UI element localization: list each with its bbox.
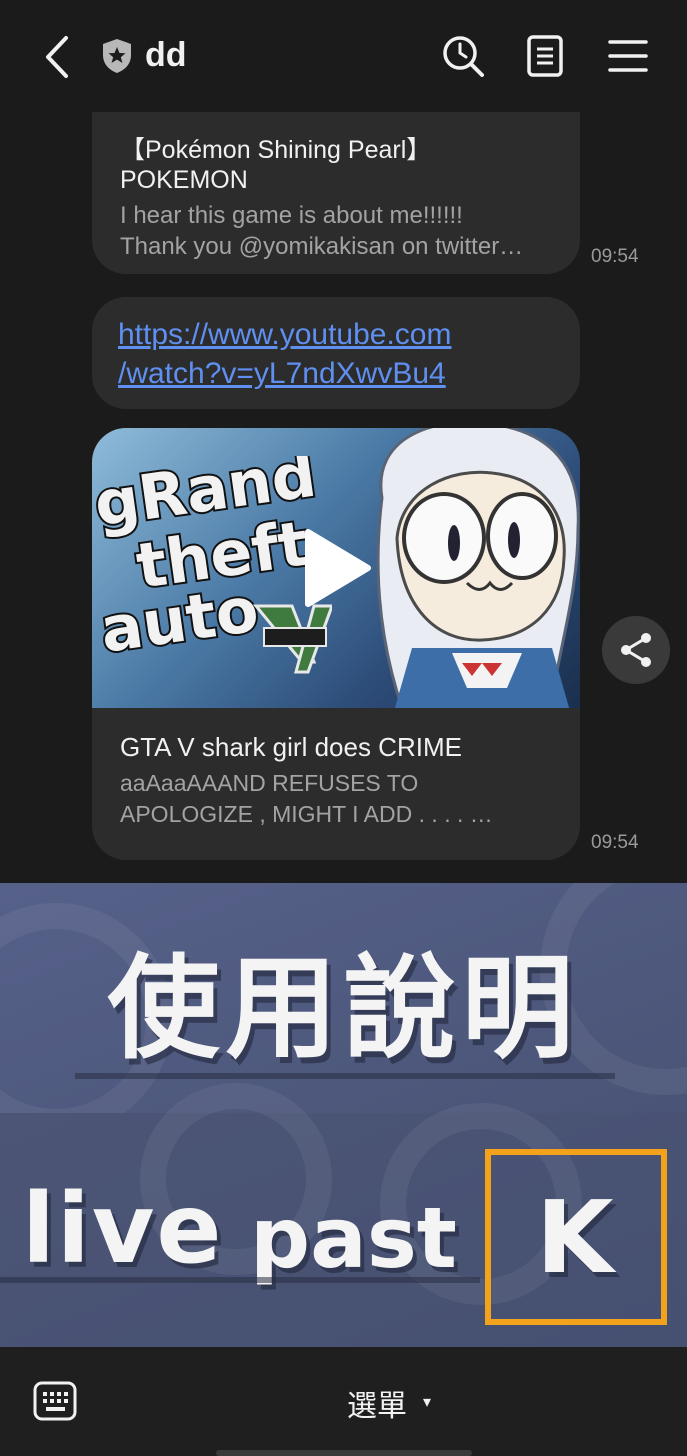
video-desc-line2: APOLOGIZE , MIGHT I ADD . . . . … bbox=[120, 801, 493, 827]
preview-desc-line1: I hear this game is about me!!!!!! bbox=[120, 202, 463, 229]
video-card[interactable]: gRand theft auto GTA V shark girl does C… bbox=[92, 428, 580, 860]
rich-menu-heading: 使用說明 bbox=[107, 944, 580, 1074]
share-icon bbox=[621, 633, 651, 667]
back-arrow-icon[interactable] bbox=[38, 34, 78, 80]
shield-star-icon bbox=[103, 39, 131, 73]
live-button[interactable]: live bbox=[22, 1173, 224, 1285]
rich-menu: 使用說明 live past K bbox=[0, 883, 687, 1347]
play-icon[interactable] bbox=[300, 528, 372, 608]
dash-divider bbox=[75, 1073, 615, 1079]
home-indicator bbox=[216, 1450, 472, 1456]
preview-title-line1: 【Pokémon Shining Pearl】 bbox=[120, 136, 432, 164]
share-button[interactable] bbox=[602, 616, 670, 684]
video-desc-line1: aaAaaAAAND REFUSES TO bbox=[120, 770, 419, 796]
menu-icon[interactable] bbox=[606, 34, 650, 78]
link-message-bubble[interactable]: https://www.youtube.com /watch?v=yL7ndXw… bbox=[92, 297, 580, 409]
message-time: 09:54 bbox=[591, 246, 639, 267]
k-button[interactable]: K bbox=[536, 1179, 614, 1296]
menu-toggle-label[interactable]: 選單 bbox=[347, 1381, 407, 1425]
keyboard-icon[interactable] bbox=[33, 1381, 77, 1421]
shark-girl-illustration bbox=[376, 428, 580, 708]
chat-title: dd bbox=[145, 36, 187, 74]
past-button[interactable]: past bbox=[250, 1189, 457, 1287]
rich-menu-instructions-area[interactable]: 使用說明 bbox=[0, 883, 687, 1135]
notes-icon[interactable] bbox=[523, 34, 567, 78]
caret-down-icon[interactable]: ▾ bbox=[423, 1392, 431, 1412]
youtube-link-line1[interactable]: https://www.youtube.com bbox=[118, 318, 452, 351]
video-title: GTA V shark girl does CRIME bbox=[120, 732, 462, 762]
chat-header: dd bbox=[0, 0, 687, 112]
link-preview-bubble[interactable]: 【Pokémon Shining Pearl】 POKEMON I hear t… bbox=[92, 112, 580, 274]
gta-logo-image: gRand theft auto bbox=[96, 456, 332, 674]
youtube-link[interactable]: https://www.youtube.com /watch?v=yL7ndXw… bbox=[118, 315, 558, 393]
bottom-bar: 選單 ▾ bbox=[0, 1347, 687, 1456]
svg-text:auto: auto bbox=[96, 573, 263, 667]
search-clock-icon[interactable] bbox=[441, 34, 485, 78]
preview-desc-line2: Thank you @yomikakisan on twitter… bbox=[120, 233, 524, 260]
dash-divider bbox=[0, 1277, 480, 1283]
preview-title-line2: POKEMON bbox=[120, 166, 248, 194]
message-time: 09:54 bbox=[591, 832, 639, 853]
video-thumbnail[interactable]: gRand theft auto bbox=[92, 428, 580, 708]
chat-area[interactable]: 【Pokémon Shining Pearl】 POKEMON I hear t… bbox=[0, 112, 687, 883]
youtube-link-line2[interactable]: /watch?v=yL7ndXwvBu4 bbox=[118, 357, 446, 390]
